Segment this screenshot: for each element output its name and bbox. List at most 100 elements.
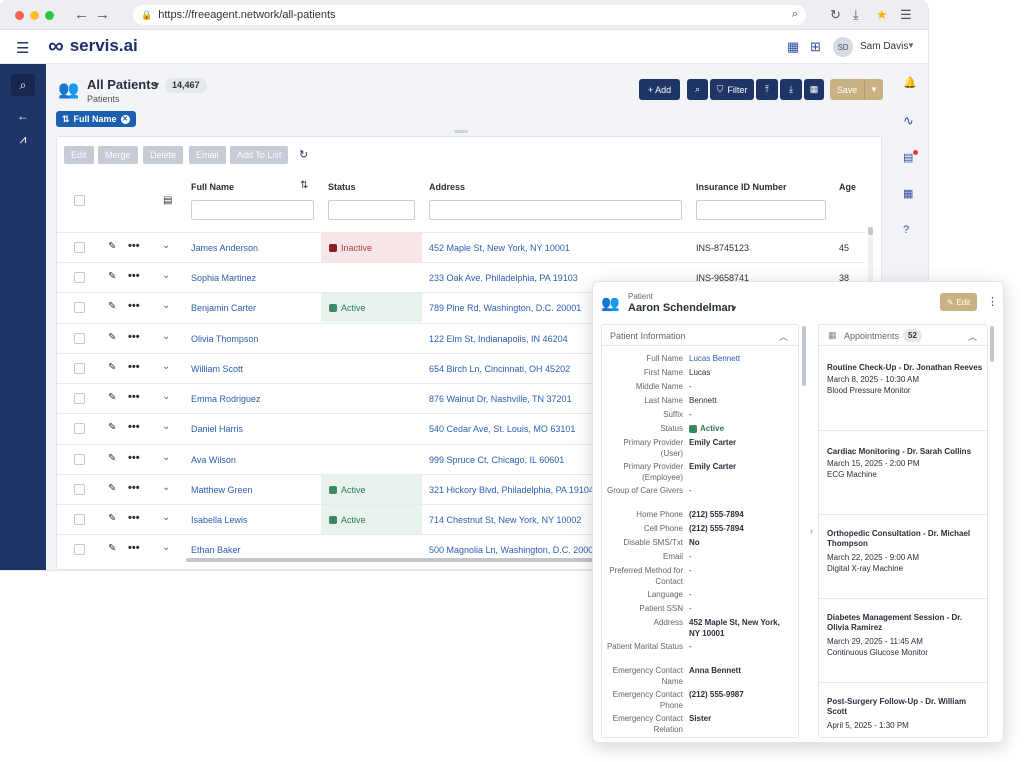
row-checkbox[interactable] xyxy=(74,544,85,555)
address-bar[interactable]: 🔒 https://freeagent.network/all-patients… xyxy=(133,5,806,25)
download-icon[interactable]: ⤓ xyxy=(853,7,859,23)
chevron-down-icon[interactable]: ⌄ xyxy=(162,421,170,432)
row-checkbox[interactable] xyxy=(74,242,85,253)
delete-button[interactable]: Delete xyxy=(143,146,184,164)
window-maximize-button[interactable] xyxy=(45,11,54,20)
appointments-header[interactable]: ▦ Appointments 52 ︿ xyxy=(819,325,987,346)
column-header-address[interactable]: Address xyxy=(429,182,465,192)
calendar-icon[interactable]: ▦ xyxy=(903,187,913,200)
address-filter-input[interactable] xyxy=(429,200,682,220)
row-checkbox[interactable] xyxy=(74,484,85,495)
insurance-filter-input[interactable] xyxy=(696,200,826,220)
patient-name-link[interactable]: Olivia Thompson xyxy=(191,334,258,344)
chevron-down-icon[interactable]: ⌄ xyxy=(162,512,170,523)
row-checkbox[interactable] xyxy=(74,454,85,465)
help-icon[interactable]: ? xyxy=(903,224,909,236)
chevron-down-icon[interactable]: ⌄ xyxy=(162,391,170,402)
apps-grid-icon[interactable]: ⊞ xyxy=(810,39,821,55)
chevron-down-icon[interactable]: ▼ xyxy=(730,304,738,313)
pencil-icon[interactable]: ✎ xyxy=(108,392,116,403)
row-checkbox[interactable] xyxy=(74,514,85,525)
chevron-down-icon[interactable]: ▼ xyxy=(864,79,883,100)
address-link[interactable]: 122 Elm St, Indianapolis, IN 46204 xyxy=(429,334,568,344)
address-link[interactable]: 714 Chestnut St, New York, NY 10002 xyxy=(429,515,581,525)
row-checkbox[interactable] xyxy=(74,423,85,434)
more-options-icon[interactable]: ••• xyxy=(128,240,140,252)
chevron-up-icon[interactable]: ︿ xyxy=(968,330,977,343)
pencil-icon[interactable]: ✎ xyxy=(108,422,116,433)
full-name-filter-input[interactable] xyxy=(191,200,314,220)
resize-handle[interactable] xyxy=(454,130,468,133)
back-arrow-icon[interactable]: ← xyxy=(11,105,35,127)
chevron-down-icon[interactable]: ▼ xyxy=(152,80,161,90)
refresh-icon[interactable]: ↻ xyxy=(299,148,308,161)
hamburger-icon[interactable]: ☰ xyxy=(16,39,29,57)
pencil-icon[interactable]: ✎ xyxy=(108,241,116,252)
patient-name-link[interactable]: William Scott xyxy=(191,364,243,374)
more-options-icon[interactable]: ••• xyxy=(128,452,140,464)
arrow-right-icon[interactable]: → xyxy=(95,6,110,23)
more-options-icon[interactable]: ••• xyxy=(128,512,140,524)
address-link[interactable]: 999 Spruce Ct, Chicago, IL 60601 xyxy=(429,455,564,465)
more-options-icon[interactable]: ••• xyxy=(128,542,140,554)
bell-icon[interactable]: 🔔 xyxy=(903,76,917,89)
address-link[interactable]: 540 Cedar Ave, St. Louis, MO 63101 xyxy=(429,424,575,434)
patient-name-link[interactable]: Matthew Green xyxy=(191,485,253,495)
page-title[interactable]: All Patients xyxy=(87,77,158,92)
pencil-icon[interactable]: ✎ xyxy=(108,271,116,282)
field-value[interactable]: Lucas Bennett xyxy=(689,353,791,364)
arrow-left-icon[interactable]: ← xyxy=(74,6,89,23)
column-header-insurance[interactable]: Insurance ID Number xyxy=(696,182,787,192)
patient-name-link[interactable]: Ethan Baker xyxy=(191,545,241,555)
star-icon[interactable]: ★ xyxy=(876,7,888,23)
add-to-list-button[interactable]: Add To List xyxy=(230,146,289,164)
column-header-status[interactable]: Status xyxy=(328,182,356,192)
edit-button[interactable]: Edit xyxy=(64,146,94,164)
save-button[interactable]: Save ▼ xyxy=(830,79,883,100)
column-settings-icon[interactable]: ▤ xyxy=(163,195,172,206)
appointment-item[interactable]: Diabetes Management Session - Dr. Olivia… xyxy=(819,599,987,683)
more-options-icon[interactable]: ⋮ xyxy=(987,295,998,308)
address-link[interactable]: 233 Oak Ave, Philadelphia, PA 19103 xyxy=(429,273,578,283)
pencil-icon[interactable]: ✎ xyxy=(108,483,116,494)
row-checkbox[interactable] xyxy=(74,393,85,404)
chevron-down-icon[interactable]: ⌄ xyxy=(162,361,170,372)
column-header-age[interactable]: Age xyxy=(839,182,856,192)
user-name[interactable]: Sam Davis xyxy=(860,41,908,52)
chevron-right-icon[interactable]: › xyxy=(810,526,813,536)
reload-icon[interactable]: ↻ xyxy=(830,7,841,23)
chevron-down-icon[interactable]: ⌄ xyxy=(162,331,170,342)
pencil-icon[interactable]: ✎ xyxy=(108,543,116,554)
popup-patient-name[interactable]: Aaron Schendelman xyxy=(628,302,734,314)
appointment-item[interactable]: Routine Check-Up - Dr. Jonathan Reeves M… xyxy=(819,347,987,431)
appointment-item[interactable]: Cardiac Monitoring - Dr. Sarah Collins M… xyxy=(819,431,987,515)
more-options-icon[interactable]: ••• xyxy=(128,300,140,312)
zoom-icon[interactable]: ⌕ xyxy=(792,8,798,21)
close-icon[interactable]: ✕ xyxy=(120,114,130,124)
pencil-icon[interactable]: ✎ xyxy=(108,332,116,343)
patient-name-link[interactable]: Emma Rodriguez xyxy=(191,394,261,404)
address-link[interactable]: 500 Magnolia Ln, Washington, D.C. 2000 xyxy=(429,545,593,555)
more-options-icon[interactable]: ••• xyxy=(128,270,140,282)
more-options-icon[interactable]: ••• xyxy=(128,391,140,403)
scrollbar-thumb[interactable] xyxy=(868,227,873,235)
download-button[interactable]: ⤓ xyxy=(780,79,802,100)
chevron-down-icon[interactable]: ⌄ xyxy=(162,240,170,251)
appointment-item[interactable]: Post-Surgery Follow-Up - Dr. William Sco… xyxy=(819,683,987,737)
search-icon[interactable]: ⌕ xyxy=(11,74,35,96)
info-scrollbar[interactable] xyxy=(802,326,806,386)
clipboard-icon[interactable]: ▤ xyxy=(903,151,913,164)
chevron-up-icon[interactable]: ︿ xyxy=(779,330,788,343)
pencil-icon[interactable]: ✎ xyxy=(108,362,116,373)
search-button[interactable]: ⌕ xyxy=(687,79,708,100)
address-link[interactable]: 654 Birch Ln, Cincinnati, OH 45202 xyxy=(429,364,570,374)
chevron-down-icon[interactable]: ⌄ xyxy=(162,542,170,553)
layout-button[interactable]: ▦ xyxy=(804,79,824,100)
status-filter-input[interactable] xyxy=(328,200,415,220)
chevron-down-icon[interactable]: ⌄ xyxy=(162,452,170,463)
filter-chip-full-name[interactable]: ⇅ Full Name ✕ xyxy=(56,111,136,127)
appointments-scrollbar[interactable] xyxy=(990,326,994,362)
pencil-icon[interactable]: ✎ xyxy=(108,301,116,312)
calendar-icon[interactable]: ▦ xyxy=(787,39,799,55)
horizontal-scrollbar[interactable] xyxy=(186,558,596,562)
